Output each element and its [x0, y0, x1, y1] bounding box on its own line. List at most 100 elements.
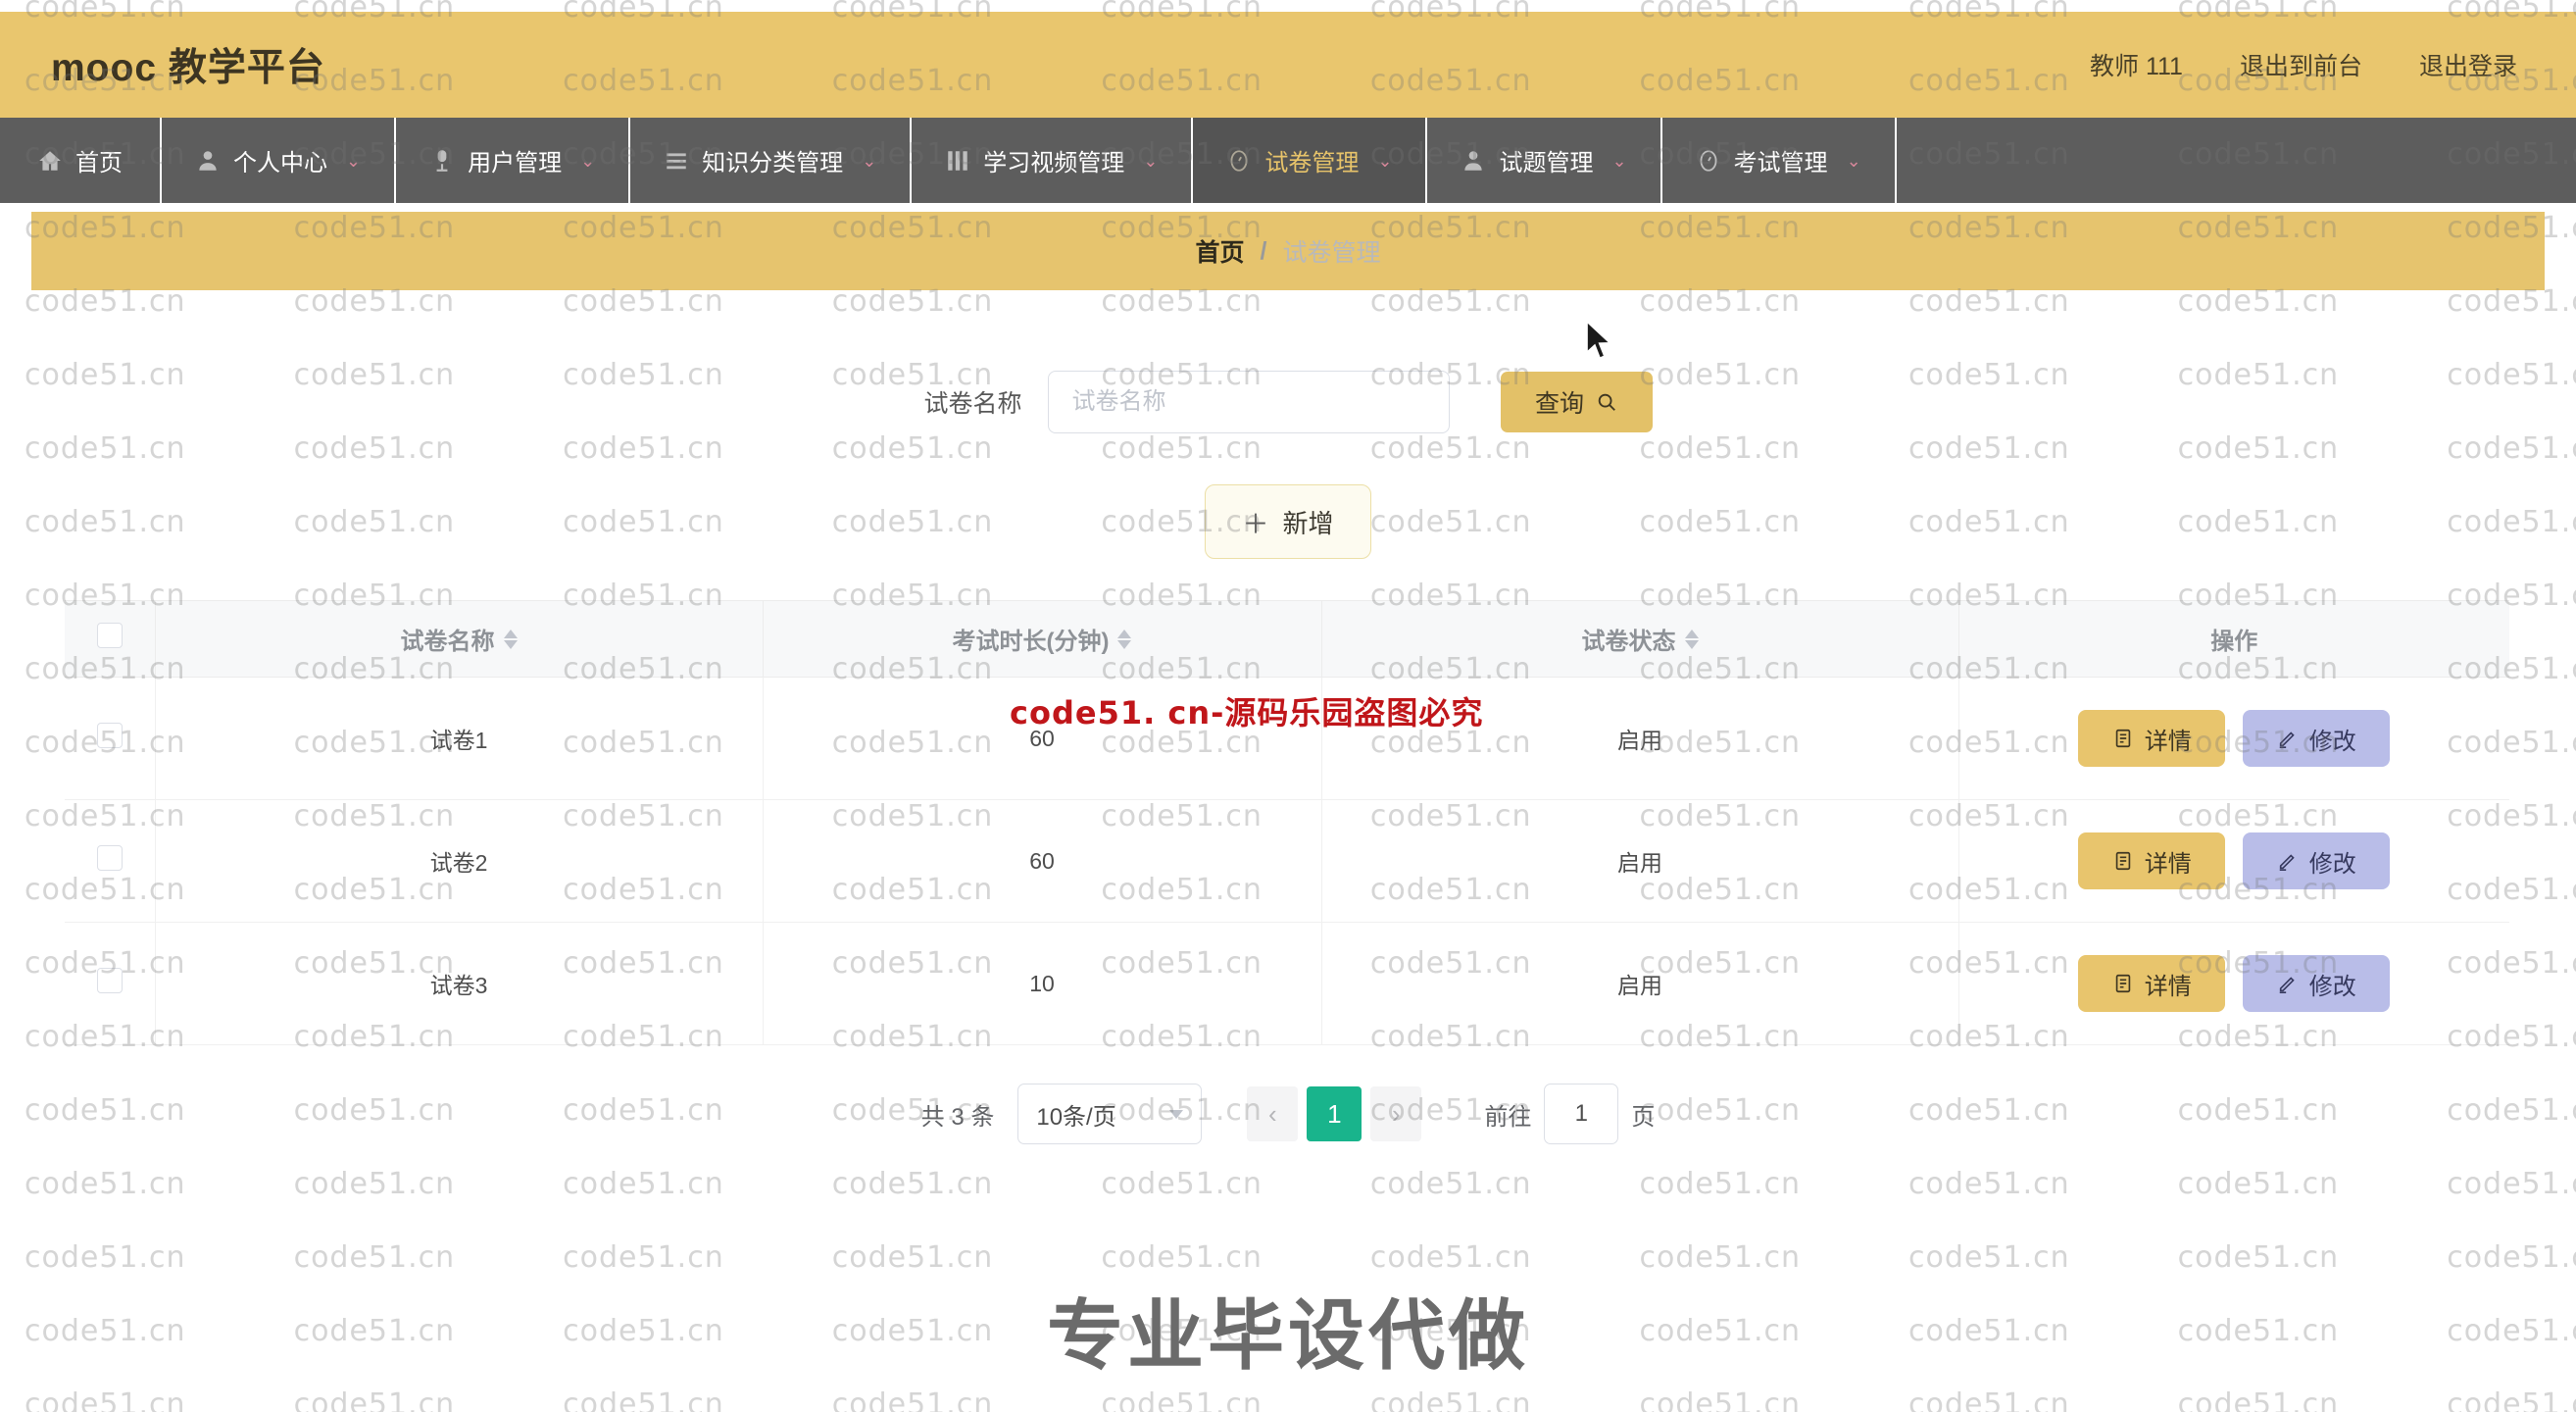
watermark-tile: code51.cn	[1369, 1240, 1532, 1275]
nav-item-exam-paper-management[interactable]: 试卷管理 ⌄	[1193, 118, 1428, 203]
watermark-tile: code51.cn	[1639, 431, 1802, 466]
watermark-tile: code51.cn	[25, 1314, 186, 1348]
clock-icon	[1696, 148, 1721, 174]
watermark-tile: code51.cn	[293, 1240, 456, 1275]
watermark-tile: code51.cn	[25, 1240, 186, 1275]
breadcrumb-home[interactable]: 首页	[1196, 233, 1245, 269]
watermark-tile: code51.cn	[2177, 1387, 2340, 1412]
prev-page-button[interactable]: ‹	[1247, 1086, 1299, 1141]
watermark-tile: code51.cn	[1908, 431, 2070, 466]
cell-operations: 详情 修改	[1958, 922, 2509, 1045]
pagination-total: 共 3 条	[920, 1103, 995, 1131]
detail-button-label: 详情	[2144, 728, 2192, 755]
watermark-tile: code51.cn	[1908, 431, 2070, 466]
search-button[interactable]: 查询	[1500, 372, 1653, 432]
breadcrumb: 首页 / 试卷管理	[31, 212, 2545, 290]
search-input[interactable]	[1047, 371, 1450, 433]
th-select-all	[65, 600, 156, 678]
row-checkbox[interactable]	[96, 845, 123, 871]
watermark-tile: code51.cn	[831, 1387, 994, 1412]
watermark-tile: code51.cn	[2447, 431, 2576, 466]
watermark-tile: code51.cn	[831, 1167, 994, 1201]
table-row: 试卷1 60 启用 详情 修改	[65, 677, 2509, 800]
nav-item-exam-management[interactable]: 考试管理 ⌄	[1662, 118, 1897, 203]
nav-item-study-video[interactable]: 学习视频管理 ⌄	[912, 118, 1194, 203]
watermark-tile: code51.cn	[1369, 1314, 1532, 1348]
th-duration[interactable]: 考试时长(分钟)	[763, 600, 1322, 678]
sort-arrows-icon[interactable]	[1117, 629, 1132, 649]
select-all-checkbox[interactable]	[96, 623, 123, 648]
watermark-tile: code51.cn	[1908, 1167, 2070, 1201]
nav-filler	[1897, 118, 2576, 203]
document-icon	[2115, 974, 2130, 993]
watermark-tile: code51.cn	[1369, 431, 1532, 466]
th-status[interactable]: 试卷状态	[1321, 600, 1959, 678]
page-number-1[interactable]: 1	[1307, 1086, 1362, 1141]
exam-paper-table: 试卷名称 考试时长(分钟) 试卷状态 操作 试卷1 60 启用 详情 修改 试卷…	[65, 600, 2509, 1045]
watermark-tile: code51.cn	[831, 1314, 994, 1348]
edit-button[interactable]: 修改	[2243, 955, 2391, 1012]
nav-label: 试卷管理	[1264, 150, 1360, 176]
pencil-icon	[2279, 731, 2295, 748]
back-to-front-link[interactable]: 退出到前台	[2240, 47, 2362, 82]
watermark-tile: code51.cn	[1369, 1167, 1532, 1201]
mic-icon	[429, 148, 455, 174]
watermark-tile: code51.cn	[563, 1387, 724, 1412]
search-label: 试卷名称	[923, 390, 1022, 418]
watermark-tile: code51.cn	[563, 1167, 724, 1201]
row-select-cell	[65, 799, 156, 923]
watermark-tile: code51.cn	[2177, 1240, 2340, 1275]
nav-label: 学习视频管理	[983, 150, 1125, 176]
edit-button[interactable]: 修改	[2243, 710, 2391, 767]
next-page-button[interactable]: ›	[1370, 1086, 1422, 1141]
logout-link[interactable]: 退出登录	[2419, 47, 2517, 82]
detail-button[interactable]: 详情	[2078, 710, 2226, 767]
watermark-tile: code51.cn	[293, 1314, 456, 1348]
watermark-tile: code51.cn	[1639, 1387, 1802, 1412]
breadcrumb-separator: /	[1260, 236, 1267, 265]
edit-button[interactable]: 修改	[2243, 832, 2391, 889]
detail-button[interactable]: 详情	[2078, 955, 2226, 1012]
watermark-tile: code51.cn	[2177, 1167, 2340, 1201]
nav-item-question-management[interactable]: 试题管理 ⌄	[1427, 118, 1662, 203]
nav-label: 个人中心	[233, 150, 327, 176]
detail-button[interactable]: 详情	[2078, 832, 2226, 889]
cell-name: 试卷1	[155, 677, 764, 800]
sort-arrows-icon[interactable]	[503, 629, 518, 649]
th-paper-name[interactable]: 试卷名称	[155, 600, 764, 678]
watermark-tile: code51.cn	[2447, 1167, 2576, 1201]
nav-item-user-management[interactable]: 用户管理 ⌄	[396, 118, 631, 203]
pencil-icon	[2279, 977, 2295, 993]
watermark-tile: code51.cn	[2177, 1314, 2340, 1348]
watermark-tile: code51.cn	[563, 1314, 724, 1348]
detail-button-label: 详情	[2144, 973, 2192, 1000]
watermark-tile: code51.cn	[1369, 1240, 1532, 1275]
add-button[interactable]: ＋ 新增	[1205, 484, 1371, 559]
watermark-tile: code51.cn	[1908, 1167, 2070, 1201]
th-label: 试卷名称	[400, 629, 495, 655]
row-checkbox[interactable]	[96, 968, 123, 993]
page-size-select[interactable]: 10条/页	[1017, 1084, 1203, 1144]
page-jump-suffix: 页	[1631, 1103, 1656, 1131]
edit-button-label: 修改	[2308, 850, 2356, 878]
watermark-tile: code51.cn	[563, 431, 724, 466]
table-header-row: 试卷名称 考试时长(分钟) 试卷状态 操作	[65, 600, 2509, 678]
nav-item-knowledge-category[interactable]: 知识分类管理 ⌄	[630, 118, 913, 203]
watermark-tile: code51.cn	[1639, 1240, 1802, 1275]
watermark-tile: code51.cn	[293, 431, 456, 466]
table-row: 试卷2 60 启用 详情 修改	[65, 799, 2509, 923]
watermark-tile: code51.cn	[293, 1167, 456, 1201]
page-jump-input[interactable]	[1544, 1084, 1619, 1144]
nav-item-personal-center[interactable]: 个人中心 ⌄	[162, 118, 397, 203]
page-size-value: 10条/页	[1036, 1103, 1116, 1131]
watermark-tile: code51.cn	[2177, 1167, 2340, 1201]
nav-item-home[interactable]: 首页	[0, 118, 162, 203]
pencil-icon	[2279, 854, 2295, 871]
row-select-cell	[65, 922, 156, 1045]
table-body: 试卷1 60 启用 详情 修改 试卷2 60 启用 详情 修改 试卷3 10 启用 详情 修改	[65, 677, 2509, 1045]
teacher-account[interactable]: 教师 111	[2090, 47, 2183, 82]
watermark-tile: code51.cn	[1908, 1240, 2070, 1275]
sort-arrows-icon[interactable]	[1684, 629, 1699, 649]
chevron-down-icon: ⌄	[862, 150, 877, 171]
row-checkbox[interactable]	[96, 723, 123, 748]
